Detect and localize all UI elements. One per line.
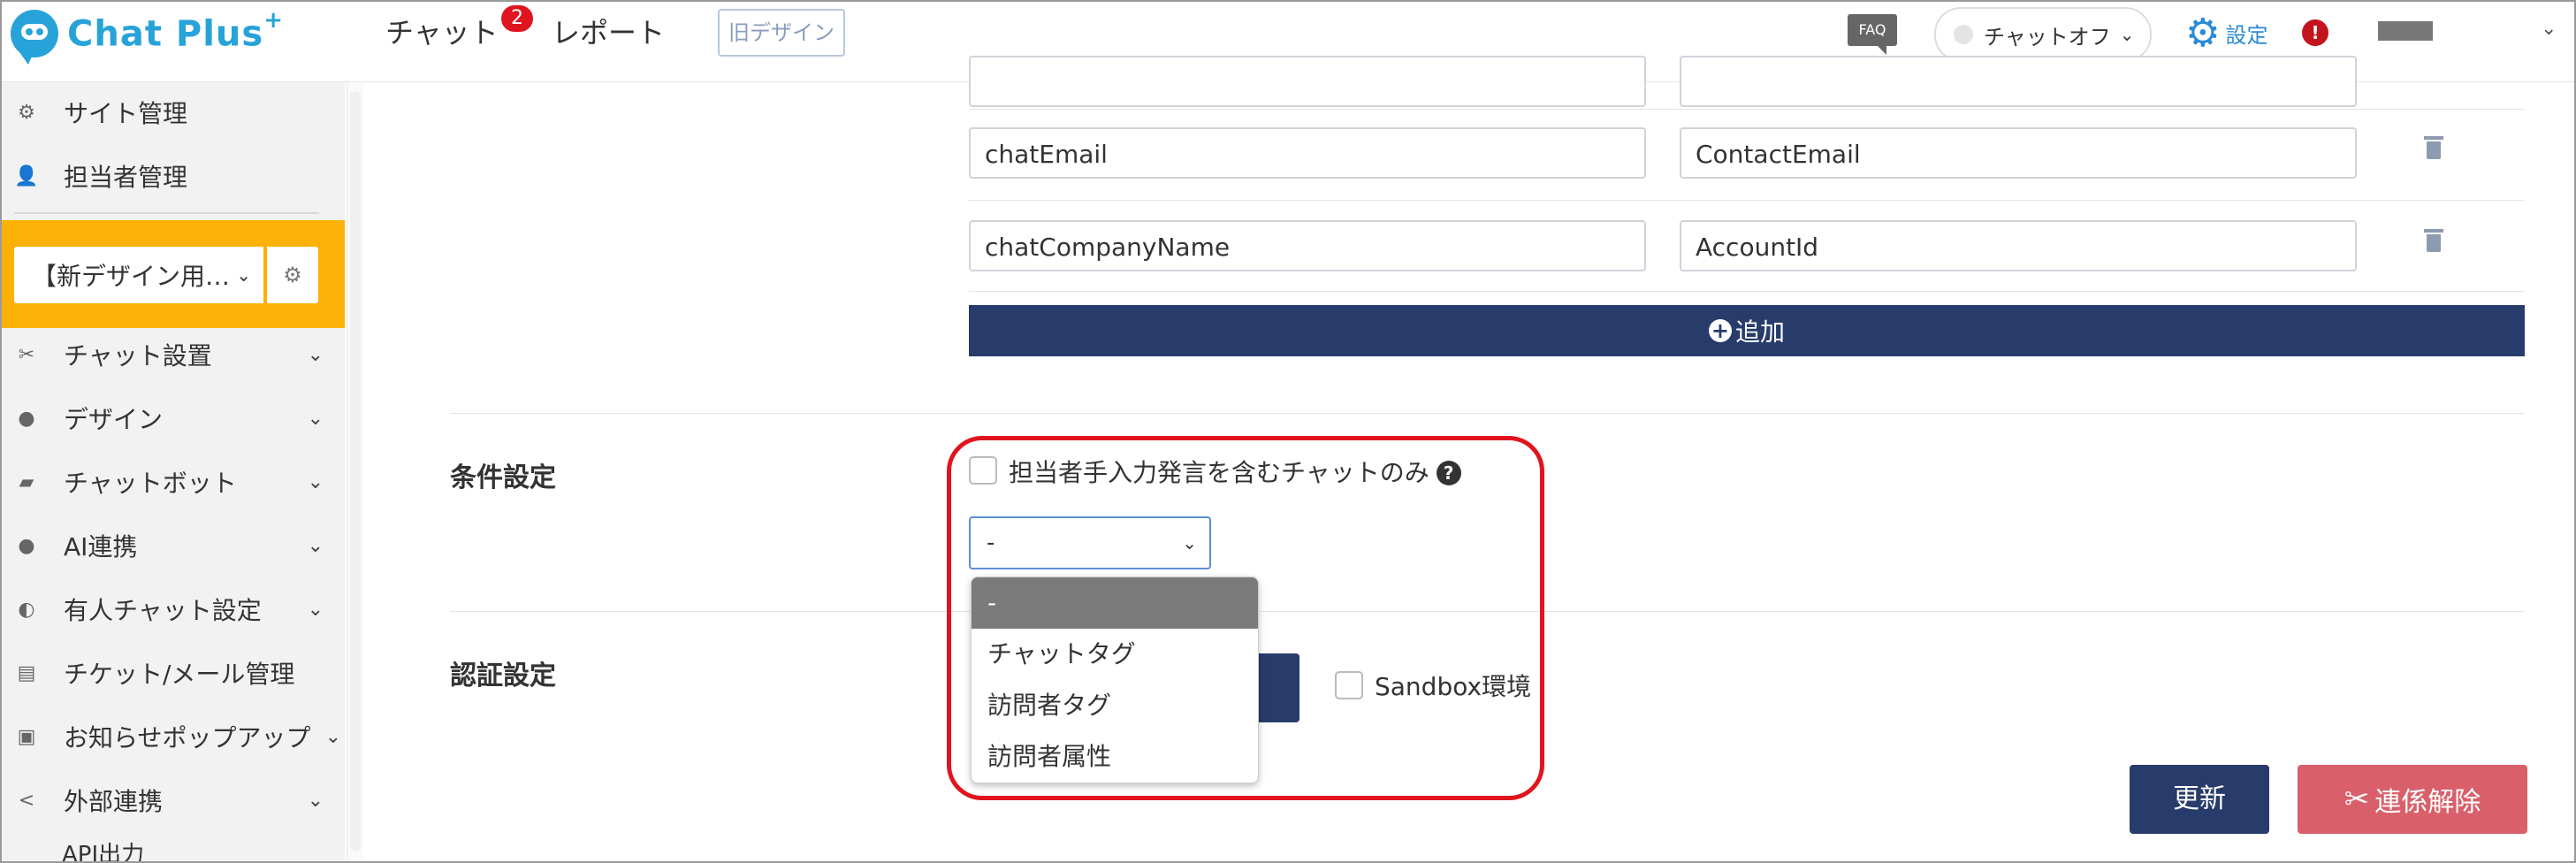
dropdown-option[interactable]: - (972, 577, 1258, 629)
sidebar-item-live-chat[interactable]: ◐ 有人チャット設定 ⌄ (2, 583, 345, 636)
gear-icon: ⚙ (2185, 10, 2221, 56)
chevron-down-icon: ⌄ (2119, 24, 2135, 45)
sidebar-item-chatbot[interactable]: ▰ チャットボット ⌄ (2, 455, 345, 508)
dropdown-option[interactable]: 訪問者属性 (972, 731, 1258, 783)
sidebar-item-design[interactable]: ● デザイン ⌄ (2, 392, 345, 445)
auth-section-title: 認証設定 (450, 661, 556, 691)
site-selector-box: 【新デザイン用… ⌄ ⚙ (2, 220, 345, 328)
unlink-label: 連係解除 (2374, 787, 2481, 818)
headset-icon: ◐ (18, 598, 35, 621)
sidebar-item-external[interactable]: < 外部連携 ⌄ (2, 774, 345, 827)
agent-input-only-label: 担当者手入力発言を含むチャットのみ? (1009, 454, 1461, 489)
alert-icon[interactable]: ! (2302, 19, 2328, 46)
sidebar: ⚙ サイト管理 👤 担当者管理 【新デザイン用… ⌄ ⚙ ✂ チャット設置 ⌄ … (2, 82, 345, 861)
help-icon[interactable]: ? (1436, 461, 1461, 485)
sidebar-item-label: デザイン (64, 405, 164, 434)
sandbox-checkbox[interactable] (1335, 671, 1363, 699)
chevron-down-icon: ⌄ (307, 534, 324, 557)
condition-dropdown-list: - チャットタグ 訪問者タグ 訪問者属性 (971, 577, 1259, 783)
chevron-down-icon: ⌄ (307, 470, 324, 493)
sidebar-item-label: チケット/メール管理 (64, 660, 295, 689)
nav-chat[interactable]: チャット (385, 11, 499, 51)
tools-icon: ✂ (18, 343, 35, 366)
sidebar-item-site-admin[interactable]: ⚙ サイト管理 (2, 86, 345, 139)
palette-icon: ● (18, 407, 35, 430)
sidebar-item-label: AI連携 (64, 532, 138, 561)
sidebar-item-label: チャット設置 (64, 341, 212, 370)
mapping-right-input[interactable]: ContactEmail (1680, 127, 2357, 179)
logo-text: Chat Plus (67, 13, 264, 55)
chevron-down-icon: ⌄ (236, 264, 251, 286)
unlink-button[interactable]: ✂ 連係解除 (2298, 765, 2527, 834)
faq-icon[interactable]: FAQ (1848, 14, 1897, 55)
sidebar-item-label: サイト管理 (64, 99, 188, 128)
share-icon: < (18, 789, 35, 812)
user-cog-icon: 👤 (14, 164, 39, 187)
condition-select-value: - (987, 530, 995, 556)
settings-label: 設定 (2225, 22, 2268, 48)
old-design-button[interactable]: 旧デザイン (718, 9, 845, 57)
user-avatar[interactable] (2378, 21, 2433, 41)
mapping-left-input[interactable]: chatCompanyName (969, 220, 1646, 271)
app-window: Chat Plus+ チャット 2 レポート 旧デザイン FAQ チャットオフ … (0, 0, 2576, 863)
update-button[interactable]: 更新 (2130, 765, 2269, 834)
trash-icon[interactable] (2424, 136, 2443, 159)
sidebar-item-label: チャットボット (64, 469, 237, 498)
chevron-down-icon: ⌄ (324, 725, 341, 748)
settings-link[interactable]: ⚙ 設定 (2185, 10, 2268, 56)
condition-select[interactable]: - ⌄ (969, 516, 1211, 569)
site-select[interactable]: 【新デザイン用… ⌄ (14, 247, 263, 303)
chat-plus-logo[interactable]: Chat Plus+ (11, 7, 284, 65)
chevron-down-icon: ⌄ (307, 598, 324, 621)
chevron-down-icon: ⌄ (307, 407, 324, 430)
ticket-icon: ▤ (17, 661, 36, 684)
mapping-left-input-partial[interactable] (969, 56, 1646, 107)
chevron-down-icon: ⌄ (1182, 532, 1197, 554)
sidebar-item-label: 有人チャット設定 (64, 596, 262, 625)
chat-bubbles-icon: ▰ (19, 470, 34, 493)
agent-input-only-checkbox[interactable] (969, 456, 997, 485)
add-row-label: 追加 (1734, 317, 1785, 347)
chevron-down-icon: ⌄ (307, 789, 324, 812)
sidebar-item-ticket-mail[interactable]: ▤ チケット/メール管理 (2, 646, 345, 699)
sidebar-item-label: 担当者管理 (64, 163, 188, 192)
add-row-button[interactable]: + 追加 (969, 305, 2525, 356)
sidebar-item-label: お知らせポップアップ (64, 723, 311, 752)
sidebar-item-agent-admin[interactable]: 👤 担当者管理 (2, 149, 345, 202)
chat-count-badge: 2 (501, 5, 533, 32)
mapping-right-input-partial[interactable] (1680, 56, 2357, 107)
dropdown-option[interactable]: チャットタグ (972, 629, 1258, 680)
chevron-down-icon: ⌄ (307, 343, 324, 366)
cog-icon: ⚙ (18, 101, 35, 124)
ai-icon: ● (18, 534, 35, 557)
sidebar-item-label: 外部連携 (64, 787, 164, 816)
user-menu-chevron-icon[interactable]: ⌄ (2541, 18, 2557, 40)
unlink-icon: ✂ (2344, 782, 2370, 817)
site-select-value: 【新デザイン用… (32, 262, 231, 291)
dropdown-option[interactable]: 訪問者タグ (972, 680, 1258, 731)
sidebar-item-ai[interactable]: ● AI連携 ⌄ (2, 519, 345, 572)
sidebar-scrollbar[interactable] (347, 82, 363, 861)
sidebar-subitem-api-output[interactable]: API出力 (62, 836, 144, 861)
chat-status-label: チャットオフ (1984, 24, 2111, 50)
condition-section-title: 条件設定 (450, 462, 556, 493)
sidebar-item-chat-install[interactable]: ✂ チャット設置 ⌄ (2, 328, 345, 381)
nav-report[interactable]: レポート (552, 11, 665, 51)
sandbox-label: Sandbox環境 (1375, 672, 1532, 701)
chat-plus-logo-icon (11, 10, 58, 65)
logo-sup: + (263, 7, 284, 34)
site-settings-gear-icon[interactable]: ⚙ (267, 247, 318, 303)
status-dot-icon (1954, 25, 1973, 44)
chat-status-toggle[interactable]: チャットオフ ⌄ (1934, 7, 2152, 62)
popup-icon: ▣ (17, 725, 36, 748)
mapping-left-input[interactable]: chatEmail (969, 127, 1646, 179)
trash-icon[interactable] (2424, 229, 2443, 252)
sidebar-item-popup[interactable]: ▣ お知らせポップアップ ⌄ (2, 710, 345, 763)
main-content: chatEmail ContactEmail chatCompanyName A… (363, 56, 2574, 861)
plus-circle-icon: + (1708, 319, 1732, 342)
mapping-right-input[interactable]: AccountId (1680, 220, 2357, 271)
sidebar-divider (14, 212, 319, 214)
